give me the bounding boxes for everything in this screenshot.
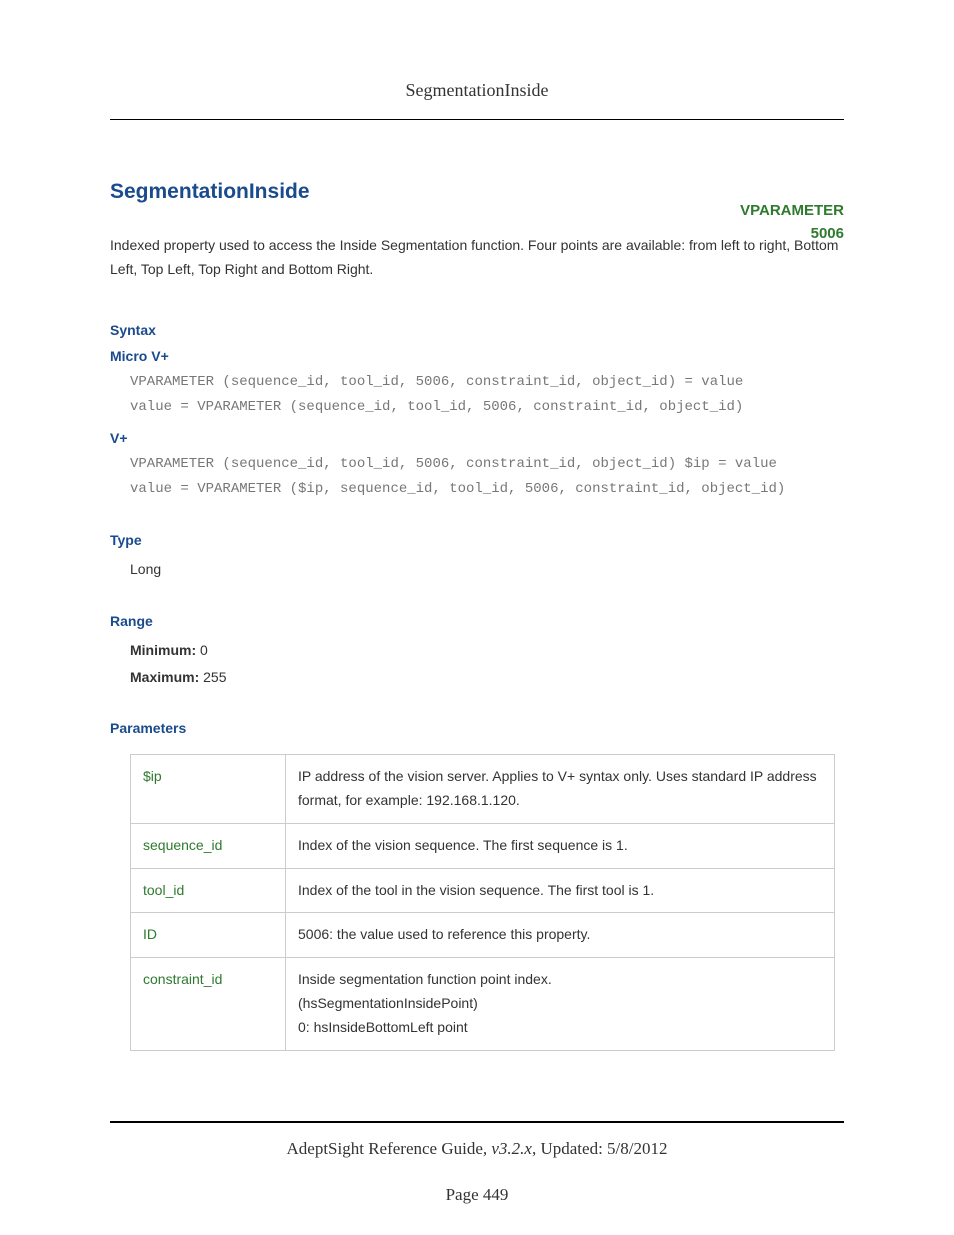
- footer-version: , v3.2.x: [483, 1139, 532, 1158]
- range-heading: Range: [110, 613, 844, 629]
- page-footer: AdeptSight Reference Guide, v3.2.x, Upda…: [110, 1121, 844, 1205]
- syntax-heading: Syntax: [110, 322, 844, 338]
- parameters-heading: Parameters: [110, 720, 844, 736]
- badge-line1: VPARAMETER: [740, 200, 844, 223]
- param-desc: Inside segmentation function point index…: [286, 958, 835, 1050]
- vparameter-badge: VPARAMETER 5006: [740, 200, 844, 245]
- page-number: Page 449: [110, 1185, 844, 1205]
- parameters-table: $ip IP address of the vision server. App…: [130, 754, 835, 1050]
- table-row: tool_id Index of the tool in the vision …: [131, 868, 835, 913]
- min-label: Minimum:: [130, 642, 196, 658]
- vplus-heading: V+: [110, 430, 844, 446]
- param-desc: Index of the tool in the vision sequence…: [286, 868, 835, 913]
- param-name: constraint_id: [131, 958, 286, 1050]
- type-value: Long: [130, 556, 844, 583]
- microv-code: VPARAMETER (sequence_id, tool_id, 5006, …: [130, 370, 844, 420]
- footer-updated: , Updated: 5/8/2012: [532, 1139, 668, 1158]
- intro-paragraph: Indexed property used to access the Insi…: [110, 234, 844, 282]
- param-desc: IP address of the vision server. Applies…: [286, 755, 835, 824]
- table-row: sequence_id Index of the vision sequence…: [131, 823, 835, 868]
- param-name: $ip: [131, 755, 286, 824]
- param-name: ID: [131, 913, 286, 958]
- type-heading: Type: [110, 532, 844, 548]
- param-desc: Index of the vision sequence. The first …: [286, 823, 835, 868]
- table-row: $ip IP address of the vision server. App…: [131, 755, 835, 824]
- running-header: SegmentationInside: [110, 80, 844, 120]
- range-max: Maximum: 255: [130, 664, 844, 691]
- footer-guide: AdeptSight Reference Guide: [287, 1139, 483, 1158]
- page-title: SegmentationInside: [110, 180, 844, 204]
- table-row: constraint_id Inside segmentation functi…: [131, 958, 835, 1050]
- table-row: ID 5006: the value used to reference thi…: [131, 913, 835, 958]
- param-name: sequence_id: [131, 823, 286, 868]
- microv-heading: Micro V+: [110, 348, 844, 364]
- range-min: Minimum: 0: [130, 637, 844, 664]
- param-desc: 5006: the value used to reference this p…: [286, 913, 835, 958]
- badge-line2: 5006: [740, 223, 844, 246]
- param-name: tool_id: [131, 868, 286, 913]
- min-value: 0: [200, 642, 208, 658]
- max-label: Maximum:: [130, 669, 199, 685]
- max-value: 255: [203, 669, 226, 685]
- vplus-code: VPARAMETER (sequence_id, tool_id, 5006, …: [130, 452, 844, 502]
